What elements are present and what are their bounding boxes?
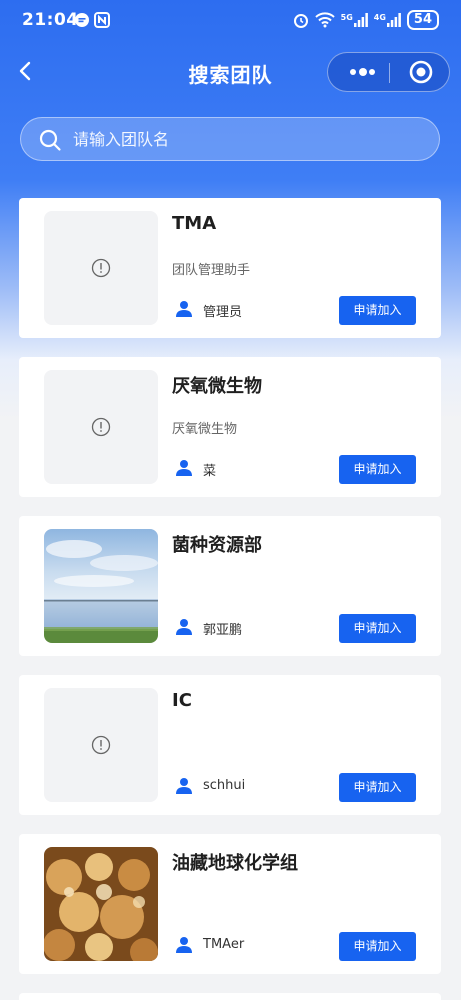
status-notification-icons — [74, 12, 110, 28]
target-close-icon — [409, 60, 433, 84]
capsule-divider — [389, 63, 390, 83]
battery-indicator: 54 — [406, 10, 439, 30]
signal-5g-icon: 5G — [341, 13, 368, 27]
team-card[interactable]: 厌氧微生物 厌氧微生物 菜 申请加入 — [19, 357, 441, 497]
apply-join-button[interactable]: 申请加入 — [339, 932, 416, 961]
team-image-placeholder — [44, 688, 158, 802]
team-admin-name: 郭亚鹏 — [203, 623, 243, 638]
team-admin-name: schhui — [203, 778, 246, 793]
team-description: 团队管理助手 — [172, 263, 251, 278]
net-5g-label: 5G — [340, 13, 353, 22]
signal-4g-icon: 4G — [374, 13, 401, 27]
team-image-lake-photo — [44, 529, 158, 643]
next-team-card-partial[interactable] — [19, 993, 441, 1000]
apply-join-button[interactable]: 申请加入 — [339, 455, 416, 484]
net-4g-label: 4G — [373, 13, 386, 22]
team-image-golden-bubbles-photo — [44, 847, 158, 961]
team-name: 油藏地球化学组 — [172, 853, 298, 874]
search-icon — [39, 129, 61, 151]
person-icon — [176, 619, 192, 635]
search-bar[interactable] — [20, 117, 440, 161]
more-menu-button[interactable] — [336, 53, 386, 91]
team-admin-name: 菜 — [203, 464, 217, 479]
apply-join-button[interactable]: 申请加入 — [339, 614, 416, 643]
message-icon — [75, 13, 89, 27]
navigation-bar: 搜索团队 — [0, 44, 461, 104]
lake-landscape-image — [44, 529, 158, 643]
person-icon — [176, 937, 192, 953]
team-image-placeholder — [44, 211, 158, 325]
status-time: 21:04 — [22, 10, 79, 30]
team-name: IC — [172, 690, 192, 711]
team-admin-name: TMAer — [203, 937, 245, 952]
person-icon — [176, 301, 192, 317]
team-card[interactable]: TMA 团队管理助手 管理员 申请加入 — [19, 198, 441, 338]
wifi-icon — [314, 12, 335, 28]
close-miniprogram-button[interactable] — [396, 53, 446, 91]
team-image-placeholder — [44, 370, 158, 484]
person-icon — [176, 778, 192, 794]
team-name: 菌种资源部 — [172, 535, 262, 556]
image-error-icon — [91, 417, 111, 437]
image-error-icon — [91, 258, 111, 278]
team-admin-name: 管理员 — [203, 305, 243, 320]
apply-join-button[interactable]: 申请加入 — [339, 296, 416, 325]
more-dots-icon — [350, 68, 375, 76]
team-description: 厌氧微生物 — [172, 422, 238, 437]
team-name: 厌氧微生物 — [172, 376, 262, 397]
team-card[interactable]: IC schhui 申请加入 — [19, 675, 441, 815]
person-icon — [176, 460, 192, 476]
image-error-icon — [91, 735, 111, 755]
alarm-icon — [293, 14, 308, 28]
team-name: TMA — [172, 213, 217, 234]
status-right-icons: 5G 4G 54 — [293, 10, 439, 30]
search-input[interactable] — [73, 118, 423, 160]
team-card[interactable]: 油藏地球化学组 TMAer 申请加入 — [19, 834, 441, 974]
golden-bubbles-image — [44, 847, 158, 961]
nfc-icon — [94, 12, 110, 28]
status-bar: 21:04 5G 4G 54 — [0, 0, 461, 44]
miniprogram-capsule — [327, 52, 450, 92]
team-card[interactable]: 菌种资源部 郭亚鹏 申请加入 — [19, 516, 441, 656]
apply-join-button[interactable]: 申请加入 — [339, 773, 416, 802]
